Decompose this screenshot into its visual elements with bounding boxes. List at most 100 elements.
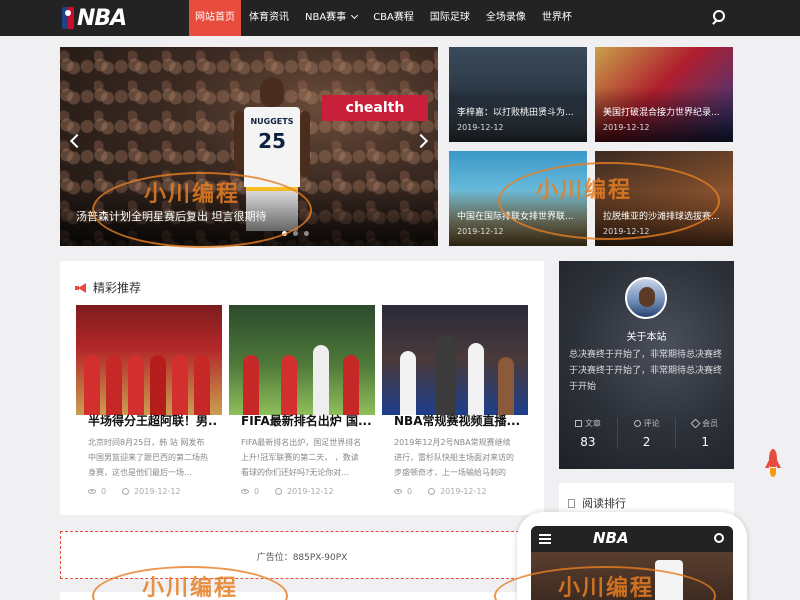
jersey-team: NUGGETS <box>250 117 294 126</box>
news-tile[interactable]: 李梓嘉：以打败桃田贤斗为... 2019-12-12 <box>449 47 587 142</box>
site-stats: 文章 83 评论 2 会员 1 <box>559 418 734 449</box>
menu-icon <box>539 534 551 544</box>
jersey-number: 25 <box>258 129 286 153</box>
post-meta: 0 2019-12-12 <box>88 487 181 496</box>
logo-text: NBA <box>77 5 127 31</box>
nav-item-world-cup[interactable]: 世界杯 <box>534 0 580 36</box>
watermark: 小川编程 <box>558 575 655 600</box>
nav-item-football[interactable]: 国际足球 <box>422 0 478 36</box>
player-arm <box>300 111 310 177</box>
nav-item-label: 体育资讯 <box>249 12 289 23</box>
eye-icon <box>241 489 249 494</box>
stat-members[interactable]: 会员 1 <box>675 418 734 449</box>
nav-item-replay[interactable]: 全场录像 <box>478 0 534 36</box>
post-meta: 0 2019-12-12 <box>394 487 487 496</box>
phone-logo: NBA <box>593 529 629 547</box>
player-figure <box>106 355 122 415</box>
post-meta: 0 2019-12-12 <box>241 487 334 496</box>
stat-label: 会员 <box>702 419 719 428</box>
stat-label-row: 文章 <box>559 418 617 429</box>
post-title: NBA常规赛视频直播... <box>394 414 521 428</box>
post-views: 0 <box>101 487 107 496</box>
section-title: 阅读排行 <box>582 497 626 510</box>
post-image <box>382 305 528 415</box>
about-title: 关于本站 <box>626 332 667 343</box>
nba-logo-icon <box>62 7 74 29</box>
clock-icon <box>428 488 436 495</box>
player-figure <box>243 355 259 415</box>
player-figure <box>468 343 484 415</box>
stat-label: 评论 <box>643 419 660 428</box>
stat-articles[interactable]: 文章 83 <box>559 418 617 449</box>
section-title: 精彩推荐 <box>93 281 142 295</box>
player-figure <box>281 355 297 415</box>
stat-value: 2 <box>642 435 651 449</box>
rocket-fin <box>777 460 781 468</box>
player-figure <box>172 355 188 415</box>
eye-icon <box>394 489 402 494</box>
stat-comments[interactable]: 评论 2 <box>616 418 676 449</box>
search-button[interactable] <box>711 10 727 26</box>
player-head <box>260 77 284 107</box>
player-jersey: NUGGETS 25 <box>244 107 300 187</box>
about-widget: 关于本站 总决赛终于开始了，非常期待总决赛终于决赛终于开始了，非常期待总决赛终于… <box>559 261 734 469</box>
post-image <box>76 305 222 415</box>
phone-nav: NBA <box>531 526 733 552</box>
nav-item-label: 全场录像 <box>485 12 526 23</box>
news-tile[interactable]: 美国打破混合接力世界纪录... 2019-12-12 <box>595 47 733 142</box>
tile-date: 2019-12-12 <box>603 123 650 132</box>
nav-item-nba[interactable]: NBA赛事 <box>297 0 365 36</box>
nav-item-sports-news[interactable]: 体育资讯 <box>241 0 297 36</box>
watermark: 小川编程 <box>142 575 239 600</box>
slider-dot[interactable] <box>293 231 298 236</box>
post-card[interactable]: 半场得分王超阿联！男... 北京时间8月25日，韩 站 网发布中国男篮迎来了跟巴… <box>76 305 222 505</box>
watermark: 小川编程 <box>144 181 241 207</box>
watermark: 小川编程 <box>536 177 633 203</box>
rocket-icon <box>769 449 777 467</box>
tag-icon <box>690 418 701 429</box>
post-views: 0 <box>407 487 413 496</box>
stat-label: 文章 <box>584 419 601 428</box>
tile-title: 李梓嘉：以打败桃田贤斗为... <box>457 108 574 118</box>
section-header: 阅读排行 <box>568 495 626 511</box>
search-icon-handle <box>712 19 718 25</box>
stat-label-row: 会员 <box>676 418 734 429</box>
section-header: 精彩推荐 <box>75 279 141 296</box>
tile-title: 美国打破混合接力世界纪录... <box>603 108 720 118</box>
stat-value: 83 <box>580 435 596 449</box>
back-to-top-button[interactable] <box>764 449 782 479</box>
player-figure <box>436 335 456 415</box>
post-views: 0 <box>254 487 260 496</box>
player-figure <box>343 355 359 415</box>
search-icon <box>714 533 724 543</box>
post-date: 2019-12-12 <box>287 487 334 496</box>
avatar[interactable] <box>625 277 667 319</box>
nav-item-label: CBA赛程 <box>373 12 414 23</box>
slider-dot[interactable] <box>304 231 309 236</box>
player-figure <box>128 355 144 415</box>
avatar-face <box>639 287 655 307</box>
nav-item-label: 世界杯 <box>541 12 572 23</box>
arena-banner: chealth <box>322 95 428 121</box>
post-title: FIFA最新排名出炉 国... <box>241 414 371 428</box>
ad-text: 广告位：885PX-90PX <box>256 553 348 563</box>
chevron-down-icon <box>351 11 359 20</box>
post-excerpt: 2019年12月2号NBA常规赛继续进行，雷杉队快船主场面对来访的步盛顿奇才，上… <box>394 438 514 477</box>
nav-item-cba[interactable]: CBA赛程 <box>365 0 422 36</box>
player-figure <box>313 345 329 415</box>
post-card[interactable]: FIFA最新排名出炉 国... FIFA最新排名出炉，国足世界排名上升!冠军联赛… <box>229 305 375 505</box>
rocket-flame <box>770 468 776 477</box>
nav-item-label: NBA赛事 <box>305 12 347 23</box>
site-logo[interactable]: NBA <box>62 5 127 31</box>
stat-value: 1 <box>701 435 709 449</box>
tile-date: 2019-12-12 <box>457 123 504 132</box>
player-figure <box>194 355 210 415</box>
post-excerpt: FIFA最新排名出炉，国足世界排名上升!冠军联赛的第二天， ，数读看球的你们还好… <box>241 438 362 477</box>
tile-date: 2019-12-12 <box>457 227 504 236</box>
nav-item-home[interactable]: 网站首页 <box>189 0 241 36</box>
post-title: 半场得分王超阿联！男... <box>88 414 218 428</box>
post-card[interactable]: NBA常规赛视频直播... 2019年12月2号NBA常规赛继续进行，雷杉队快船… <box>382 305 528 505</box>
player-figure <box>84 355 100 415</box>
megaphone-icon <box>75 282 87 293</box>
player-figure <box>150 355 166 415</box>
